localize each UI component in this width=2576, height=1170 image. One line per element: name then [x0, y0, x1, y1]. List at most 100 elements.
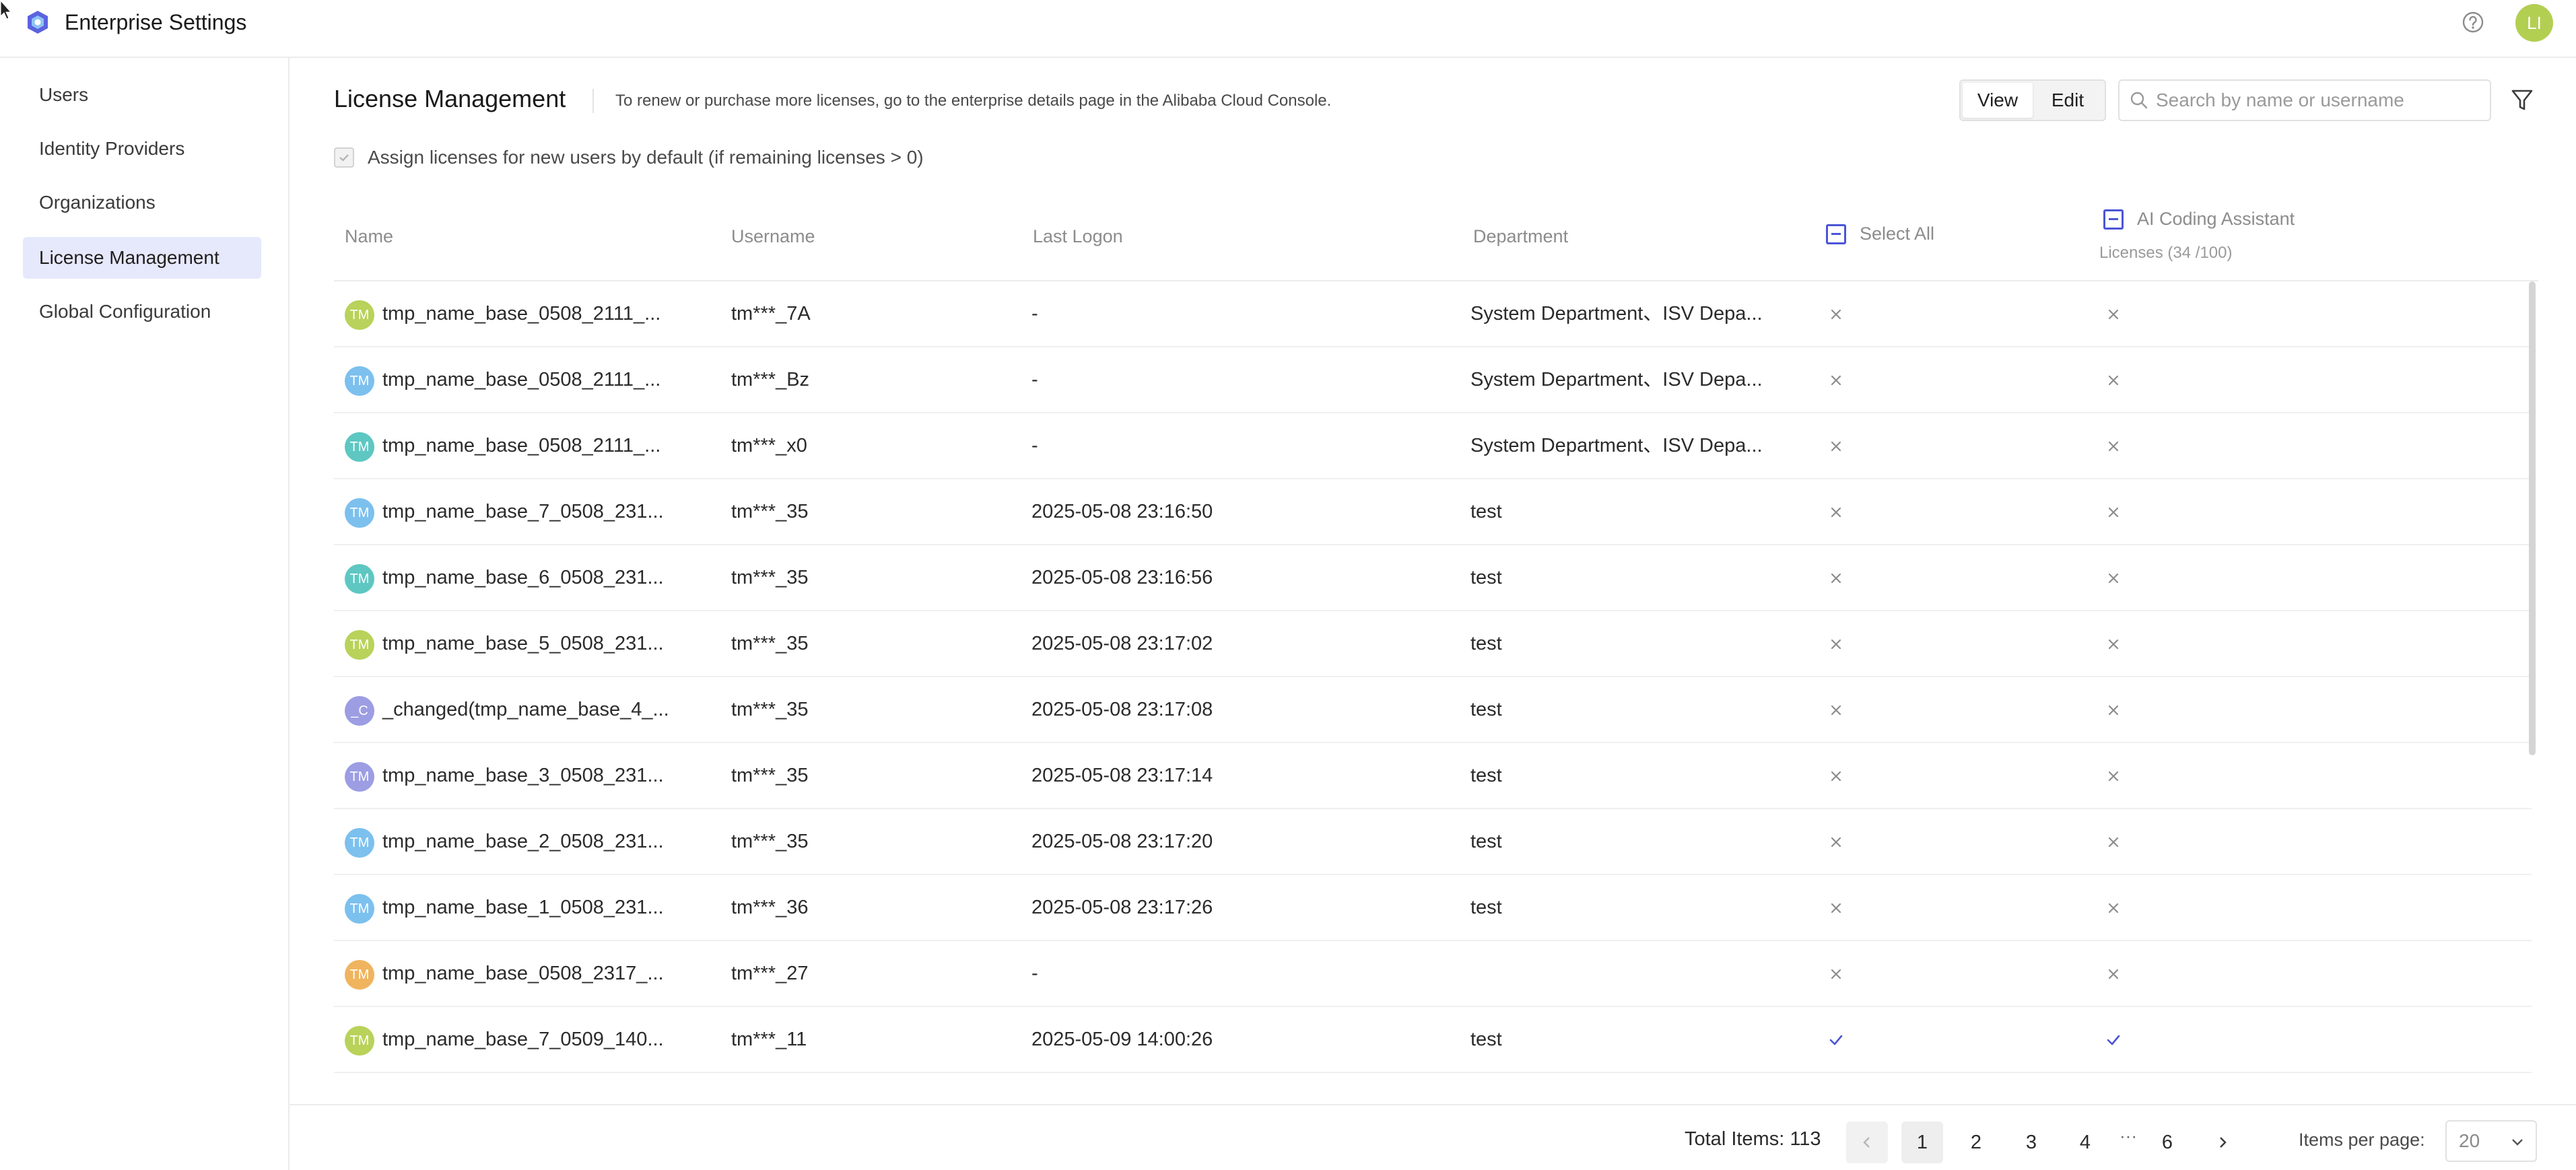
close-icon[interactable]	[2103, 898, 2124, 918]
assign-default-option: Assign licenses for new users by default…	[334, 147, 924, 168]
cell-username: tm***_36	[731, 897, 809, 918]
cell-department: test	[1470, 765, 1502, 786]
cell-last-logon: 2025-05-08 23:17:02	[1031, 633, 1213, 654]
user-avatar: TM	[345, 1026, 374, 1056]
cell-department: System Department、ISV Depa...	[1470, 303, 1763, 324]
cell-name: tmp_name_base_5_0508_231...	[382, 633, 664, 654]
chevron-right-icon	[2220, 1137, 2227, 1148]
close-icon[interactable]	[1826, 964, 1846, 984]
close-icon[interactable]	[2103, 964, 2124, 984]
product-column-control: AI Coding Assistant	[2103, 209, 2295, 230]
close-icon[interactable]	[1826, 502, 1846, 522]
cell-last-logon: -	[1031, 303, 1038, 324]
table-row[interactable]: TM tmp_name_base_0508_2317_... tm***_27 -	[334, 941, 2532, 1007]
close-icon[interactable]	[2103, 832, 2124, 852]
close-icon[interactable]	[1826, 568, 1846, 588]
user-avatar: TM	[345, 564, 374, 594]
page-button-4[interactable]: 4	[2064, 1122, 2106, 1163]
close-icon[interactable]	[2103, 766, 2124, 786]
page-button-2[interactable]: 2	[1955, 1122, 1997, 1163]
table-row[interactable]: TM tmp_name_base_2_0508_231... tm***_35 202…	[334, 809, 2532, 875]
sidebar-item-identity-providers[interactable]: Identity Providers	[23, 128, 261, 170]
close-icon[interactable]	[2103, 502, 2124, 522]
close-icon[interactable]	[1826, 766, 1846, 786]
table-row[interactable]: TM tmp_name_base_6_0508_231... tm***_35 202…	[334, 545, 2532, 611]
search-icon	[2130, 92, 2148, 109]
cell-username: tm***_Bz	[731, 369, 810, 390]
close-icon[interactable]	[1826, 700, 1846, 720]
close-icon[interactable]	[2103, 700, 2124, 720]
check-icon[interactable]	[1826, 1030, 1846, 1050]
close-icon[interactable]	[2103, 436, 2124, 456]
question-circle-icon[interactable]	[2462, 11, 2484, 34]
edit-button[interactable]: Edit	[2033, 83, 2103, 118]
app-title: Enterprise Settings	[65, 10, 247, 34]
table-scrollbar[interactable]	[2529, 281, 2536, 755]
search-box	[2118, 79, 2491, 121]
assign-default-checkbox[interactable]	[334, 147, 354, 168]
funnel-icon[interactable]	[2510, 88, 2534, 113]
table-row[interactable]: TM tmp_name_base_0508_2111_... tm***_7A - Sy…	[334, 281, 2532, 347]
table-header: Name Username Last Logon Department Sele…	[334, 197, 2538, 281]
select-all-checkbox[interactable]	[1826, 223, 1846, 244]
cell-name: tmp_name_base_0508_2111_...	[382, 303, 661, 324]
table-row[interactable]: TM tmp_name_base_5_0508_231... tm***_35 202…	[334, 611, 2532, 677]
view-button[interactable]: View	[1963, 83, 2033, 118]
cell-name: tmp_name_base_7_0508_231...	[382, 501, 664, 522]
cell-last-logon: -	[1031, 369, 1038, 390]
cell-name: tmp_name_base_2_0508_231...	[382, 831, 664, 852]
cell-last-logon: 2025-05-08 23:17:26	[1031, 897, 1213, 918]
hexagon-logo-icon	[28, 11, 48, 34]
table-row[interactable]: TM tmp_name_base_3_0508_231... tm***_35 202…	[334, 743, 2532, 809]
page-button-6[interactable]: 6	[2146, 1122, 2188, 1163]
chevron-left-icon	[1863, 1137, 1870, 1148]
product-select-all-checkbox[interactable]	[2103, 209, 2124, 230]
license-count: Licenses (34 /100)	[2099, 244, 2233, 262]
next-page-button[interactable]	[2202, 1122, 2243, 1163]
table-row[interactable]: TM tmp_name_base_1_0508_231... tm***_36 202…	[334, 875, 2532, 941]
prev-page-button[interactable]	[1846, 1122, 1888, 1163]
close-icon[interactable]	[2103, 304, 2124, 324]
cell-username: tm***_7A	[731, 303, 811, 324]
cell-department: test	[1470, 633, 1502, 654]
table-row[interactable]: TM tmp_name_base_7_0509_140... tm***_11 202…	[334, 1007, 2532, 1073]
close-icon[interactable]	[2103, 568, 2124, 588]
close-icon[interactable]	[1826, 370, 1846, 390]
cell-username: tm***_27	[731, 963, 809, 984]
sidebar-item-license-management[interactable]: License Management	[23, 237, 261, 279]
cell-last-logon: 2025-05-08 23:16:56	[1031, 567, 1213, 588]
user-avatar[interactable]: LI	[2515, 4, 2553, 42]
column-header-last-logon: Last Logon	[1033, 226, 1123, 246]
close-icon[interactable]	[1826, 634, 1846, 654]
user-avatar: TM	[345, 894, 374, 924]
title-divider	[592, 89, 594, 113]
sidebar-item-global-configuration[interactable]: Global Configuration	[23, 291, 261, 333]
items-per-page-select[interactable]: 20	[2445, 1120, 2537, 1162]
page-button-3[interactable]: 3	[2010, 1122, 2052, 1163]
table-row[interactable]: TM tmp_name_base_7_0508_231... tm***_35 202…	[334, 479, 2532, 545]
close-icon[interactable]	[2103, 634, 2124, 654]
search-input[interactable]	[2156, 90, 2479, 111]
table-row[interactable]: TM tmp_name_base_0508_2111_... tm***_Bz - Sy…	[334, 347, 2532, 413]
check-icon[interactable]	[2103, 1030, 2124, 1050]
sidebar-item-users[interactable]: Users	[23, 74, 261, 116]
column-header-product: AI Coding Assistant	[2137, 209, 2295, 229]
cell-username: tm***_x0	[731, 435, 807, 456]
cell-department: System Department、ISV Depa...	[1470, 435, 1763, 456]
cell-last-logon: 2025-05-08 23:17:14	[1031, 765, 1213, 786]
page-button-1[interactable]: 1	[1901, 1122, 1943, 1163]
column-header-name: Name	[345, 226, 394, 246]
cell-name: tmp_name_base_7_0509_140...	[382, 1029, 664, 1050]
close-icon[interactable]	[1826, 304, 1846, 324]
table-row[interactable]: _C _changed(tmp_name_base_4_... tm***_35 20…	[334, 677, 2532, 743]
sidebar-item-organizations[interactable]: Organizations	[23, 182, 261, 223]
close-icon[interactable]	[2103, 370, 2124, 390]
table-row[interactable]: TM tmp_name_base_0508_2111_... tm***_x0 - Sy…	[334, 413, 2532, 479]
close-icon[interactable]	[1826, 898, 1846, 918]
user-avatar: TM	[345, 960, 374, 990]
view-edit-toggle: View Edit	[1959, 79, 2106, 121]
user-avatar: TM	[345, 498, 374, 528]
close-icon[interactable]	[1826, 832, 1846, 852]
close-icon[interactable]	[1826, 436, 1846, 456]
cell-department: test	[1470, 501, 1502, 522]
